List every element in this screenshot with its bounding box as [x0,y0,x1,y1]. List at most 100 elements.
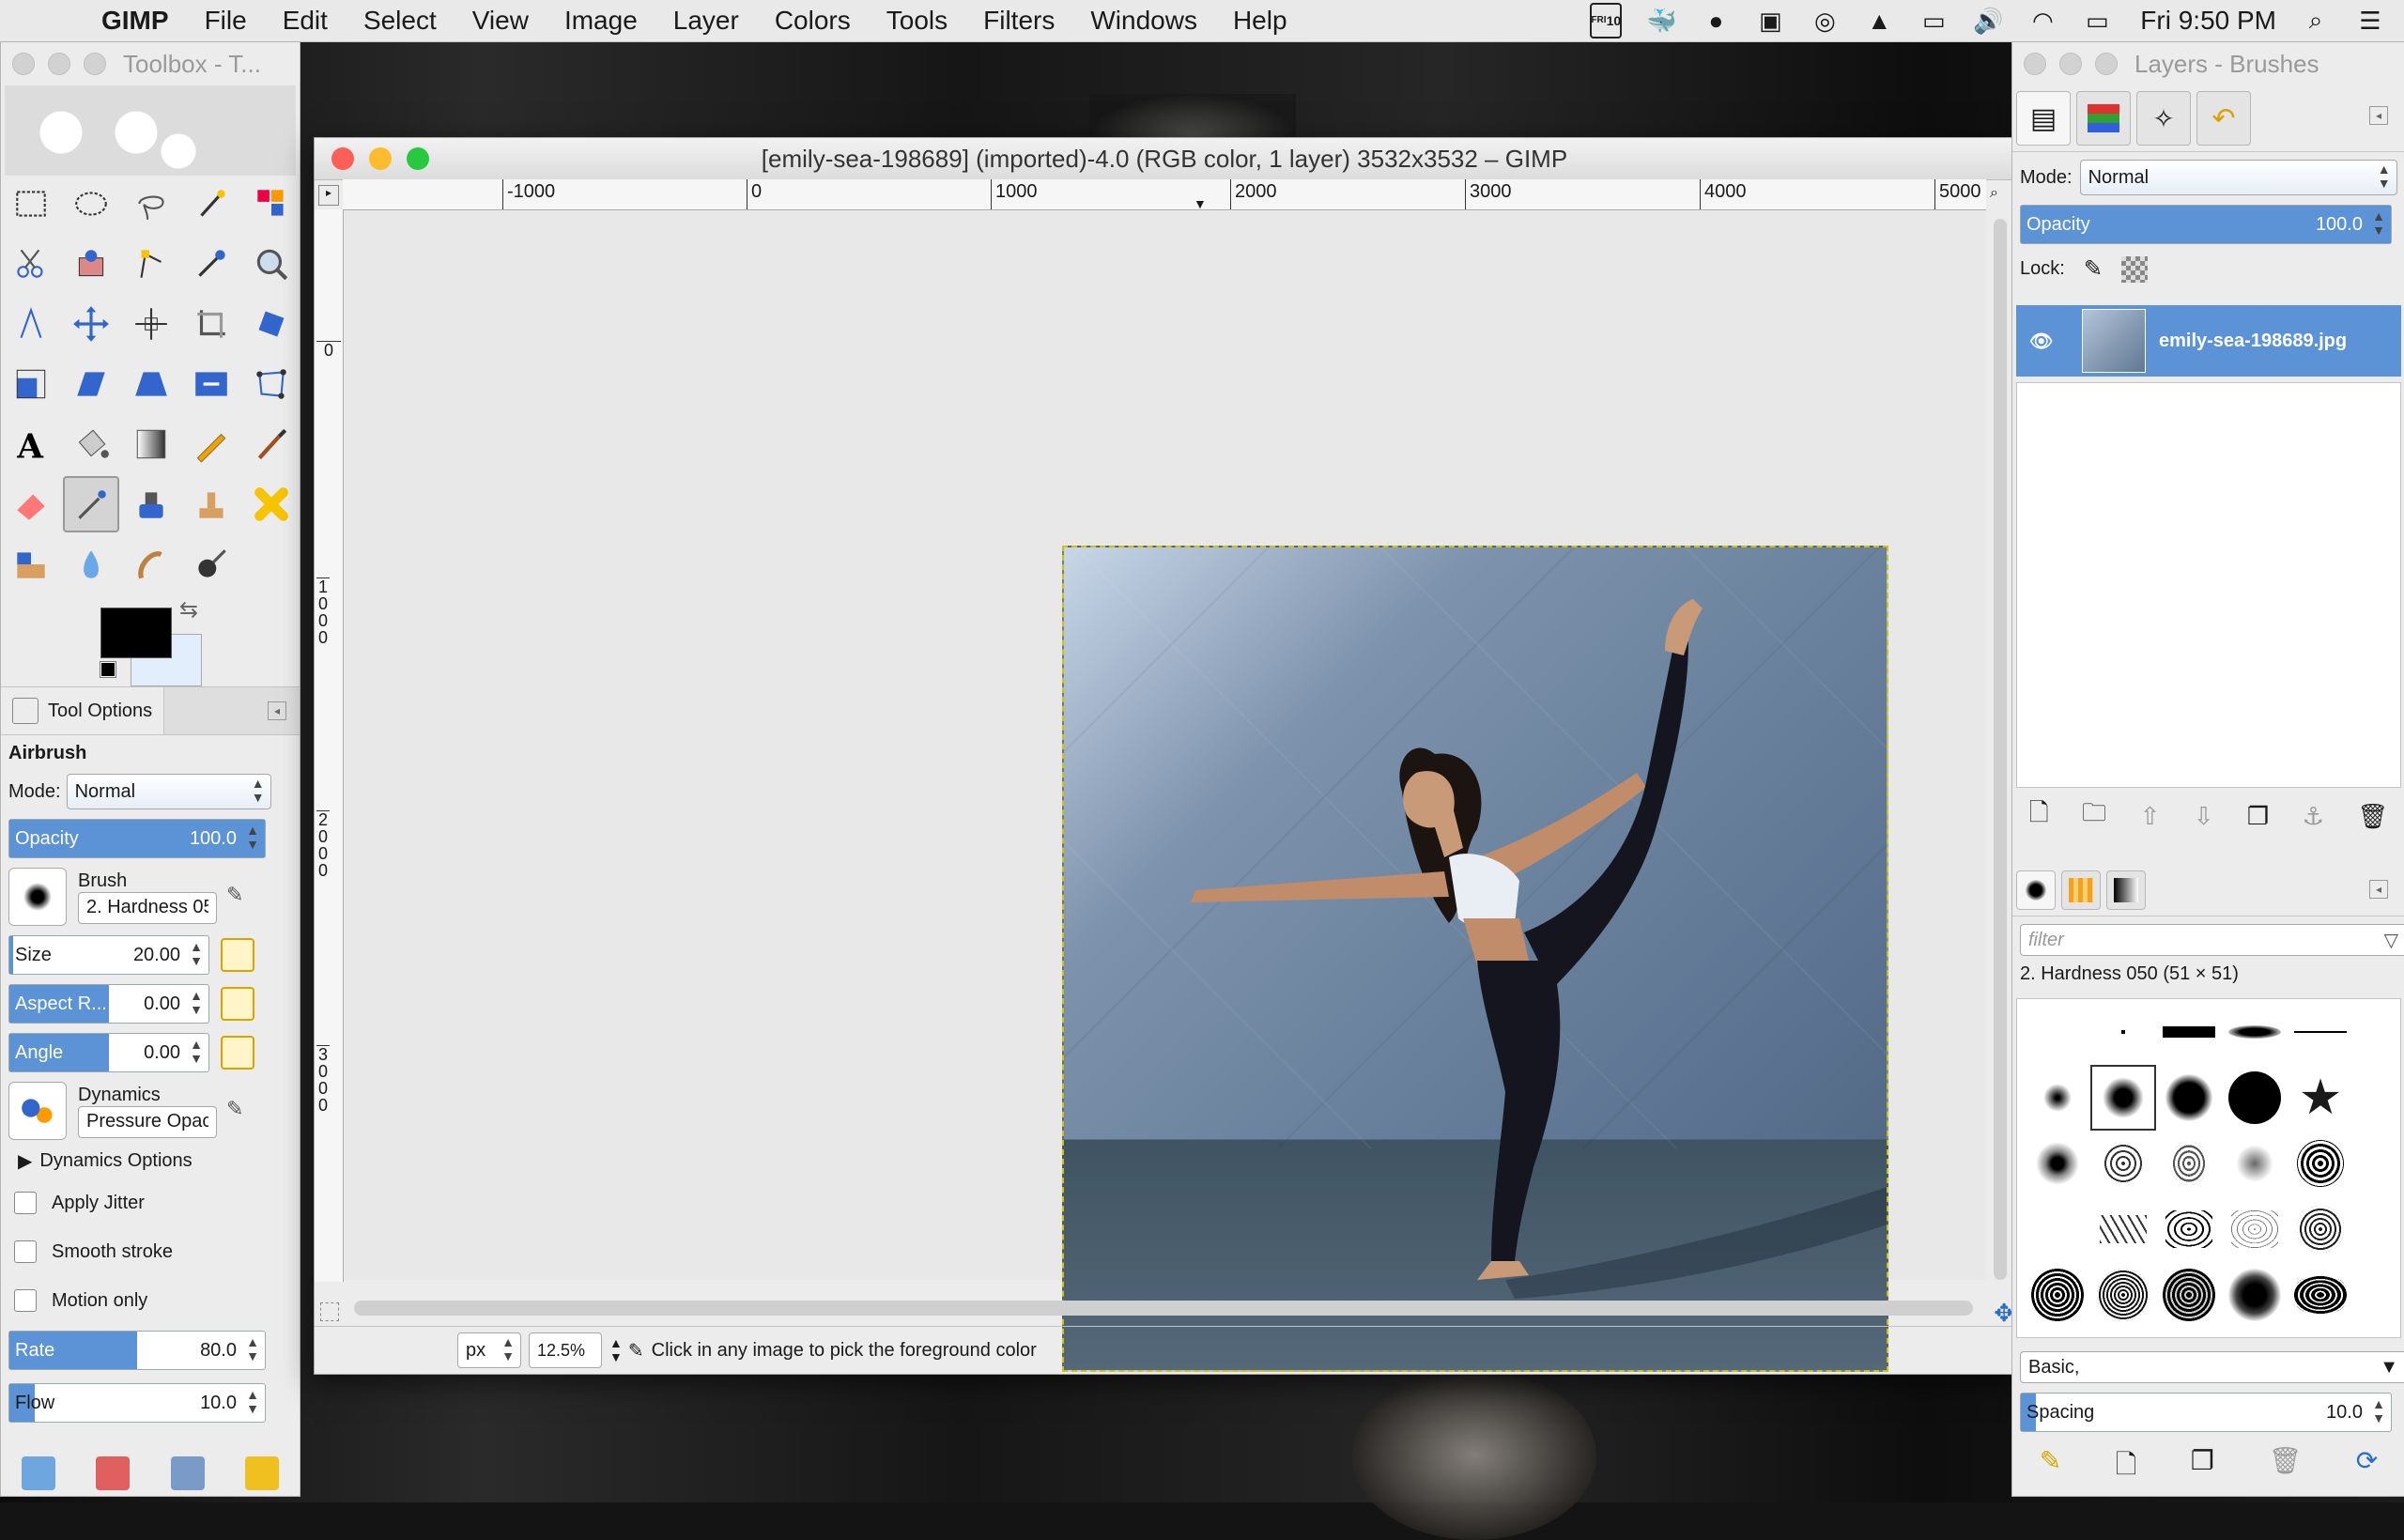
spacing-slider[interactable]: Spacing 10.0 ▲ ▼ [2020,1393,2392,1432]
delete-options-icon[interactable] [170,1456,205,1490]
lock-pixels-icon[interactable]: ✎ [2084,255,2103,283]
flow-slider[interactable]: Flow 10.0 ▲ ▼ [8,1383,266,1423]
tab-menu-icon[interactable]: ◂ [268,701,286,720]
blend-tool-icon[interactable] [123,416,179,472]
spin-arrows-icon[interactable]: ▲ ▼ [2372,209,2385,238]
edit-brush-icon[interactable]: ✎ [2040,1445,2061,1490]
rect-select-tool-icon[interactable] [3,176,59,232]
mode-select[interactable]: Normal ▲ ▼ [66,774,271,809]
blur-sharpen-tool-icon[interactable] [63,536,119,593]
brush-item[interactable] [2025,1065,2090,1131]
text-tool-icon[interactable]: A [3,416,59,472]
wifi-icon[interactable]: ◠ [2027,7,2057,35]
brush-item[interactable] [2222,1065,2288,1131]
brush-item[interactable] [2222,1196,2288,1262]
menubar-clock[interactable]: Fri 9:50 PM [2140,6,2276,36]
horizontal-ruler[interactable]: -1000 0 1000 2000 3000 4000 5000 ▼ [343,179,1986,211]
zoom-navigate-icon[interactable]: ⌕ [1990,185,2009,204]
rotate-tool-icon[interactable] [243,296,300,352]
flip-tool-icon[interactable] [183,356,239,412]
brush-item[interactable] [2288,1262,2353,1328]
clone-tool-icon[interactable] [183,476,239,532]
menu-help[interactable]: Help [1233,6,1287,36]
paths-tool-icon[interactable] [123,236,179,292]
new-brush-icon[interactable]: 🗋 [2116,1445,2137,1490]
cage-transform-tool-icon[interactable] [243,356,300,412]
spin-arrows-icon[interactable]: ▲ ▼ [2372,1397,2385,1425]
brush-item[interactable] [2156,999,2222,1065]
tab-paths[interactable]: ✧ [2136,91,2191,146]
menu-select[interactable]: Select [363,6,437,36]
brush-item[interactable] [2025,1262,2090,1328]
brush-item[interactable] [2090,999,2156,1065]
calendar-icon[interactable]: FRI 10 [1590,3,1623,38]
move-tool-icon[interactable] [63,296,119,352]
menu-layer[interactable]: Layer [673,6,739,36]
menu-edit[interactable]: Edit [283,6,328,36]
dynamics-preview[interactable] [8,1082,67,1140]
battery-icon[interactable]: ▭ [2082,7,2112,35]
spin-arrows-icon[interactable]: ▲ ▼ [246,1335,259,1363]
aspect-ratio-slider[interactable]: Aspect R... 0.00 ▲ ▼ [8,984,209,1024]
tab-brushes[interactable] [2016,870,2056,910]
layer-opacity-slider[interactable]: Opacity 100.0 ▲ ▼ [2020,205,2392,244]
layer-mode-select[interactable]: Normal ▲ ▼ [2079,160,2397,195]
motion-only-checkbox[interactable]: Motion only [8,1289,292,1312]
reset-angle-icon[interactable] [221,1036,254,1070]
vertical-ruler[interactable]: 0 1000 2000 3000 [315,209,344,1282]
brush-tag-select[interactable]: Basic, ▼ [2020,1351,2404,1383]
tool-options-tab[interactable]: Tool Options [1,687,165,734]
zoom-select[interactable]: 12.5% [529,1332,602,1368]
close-icon[interactable] [331,147,354,170]
spin-arrows-icon[interactable]: ▲ ▼ [246,1388,259,1416]
brush-filter-input[interactable]: filter ▽ [2020,924,2404,956]
perspective-clone-tool-icon[interactable] [3,536,59,593]
quick-mask-icon[interactable] [320,1302,339,1321]
brush-item[interactable] [2156,1262,2222,1328]
layer-row[interactable]: 👁 emily-sea-198689.jpg [2016,305,2401,377]
angle-slider[interactable]: Angle 0.00 ▲ ▼ [8,1033,209,1072]
horizontal-scrollbar[interactable] [354,1301,1973,1316]
balloon-icon[interactable]: ● [1701,7,1731,35]
refresh-brushes-icon[interactable]: ⟳ [2356,1445,2378,1490]
lower-layer-icon[interactable]: ⇩ [2194,802,2214,831]
dynamics-options-expander[interactable]: ▶ Dynamics Options [8,1149,292,1173]
menu-colors[interactable]: Colors [775,6,851,36]
tab-layers[interactable]: ▤ [2016,91,2071,146]
spin-arrows-icon[interactable]: ▲ ▼ [246,824,259,852]
brush-item-selected[interactable] [2090,1065,2156,1131]
eye-icon[interactable]: 👁 [2029,330,2053,353]
duplicate-layer-icon[interactable]: ❐ [2247,802,2269,831]
default-colors-icon[interactable] [100,661,116,678]
vertical-scrollbar[interactable] [1994,219,2007,1280]
zoom-tool-icon[interactable] [243,236,300,292]
minimize-icon[interactable] [48,53,70,75]
perspective-tool-icon[interactable] [123,356,179,412]
heal-tool-icon[interactable] [243,476,300,532]
apply-jitter-checkbox[interactable]: Apply Jitter [8,1192,292,1214]
tab-undo-history[interactable]: ↶ [2196,91,2251,146]
dodge-burn-tool-icon[interactable] [183,536,239,593]
crop-tool-icon[interactable] [183,296,239,352]
brush-item[interactable] [2222,1262,2288,1328]
app-menu[interactable]: GIMP [101,6,169,36]
spin-arrows-icon[interactable]: ▲ ▼ [609,1336,623,1364]
spin-arrows-icon[interactable]: ▲ ▼ [190,1038,203,1066]
bucket-fill-tool-icon[interactable] [63,416,119,472]
close-icon[interactable] [2024,53,2046,75]
drive-icon[interactable]: ▲ [1864,7,1894,35]
notification-center-icon[interactable]: ☰ [2355,7,2385,35]
align-tool-icon[interactable] [123,296,179,352]
menu-file[interactable]: File [205,6,247,36]
image-layer-photo[interactable] [1062,546,1888,1372]
color-picker-tool-icon[interactable] [183,236,239,292]
spin-arrows-icon[interactable]: ▲ ▼ [190,940,203,968]
tab-gradients[interactable] [2106,870,2146,910]
ruler-menu-icon[interactable]: ▸ [318,185,339,206]
new-layer-icon[interactable]: 🗋 [2029,795,2049,837]
brush-item[interactable] [2090,1196,2156,1262]
measure-tool-icon[interactable] [3,296,59,352]
minimize-icon[interactable] [369,147,392,170]
rate-slider[interactable]: Rate 80.0 ▲ ▼ [8,1331,266,1370]
layer-list-empty-area[interactable] [2016,382,2401,788]
